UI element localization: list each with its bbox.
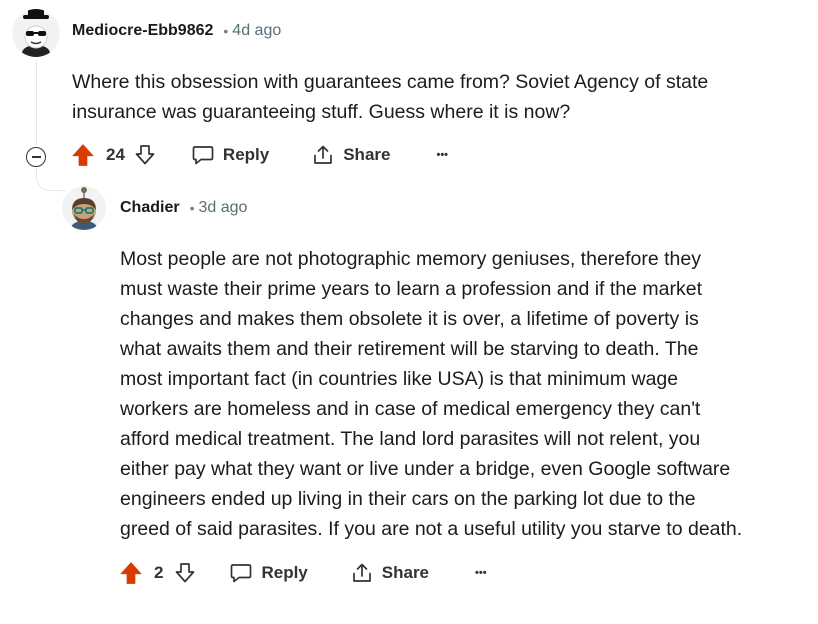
comment-line: changes and makes them obsolete it is ov… <box>120 308 699 330</box>
more-options-button[interactable]: ••• <box>436 149 448 161</box>
separator-dot: • <box>189 200 195 216</box>
snoo-avatar-icon <box>62 186 106 230</box>
comment-line: Where this obsession with guarantees cam… <box>72 71 709 93</box>
comment-line: must waste their prime years to learn a … <box>120 278 703 300</box>
arrow-down-icon <box>135 145 155 165</box>
comment-line: Most people are not photographic memory … <box>120 248 702 270</box>
comment-line: workers are homeless and in case of medi… <box>120 398 701 420</box>
comment-line: insurance was guaranteeing stuff. Guess … <box>72 101 571 123</box>
share-label: Share <box>343 145 391 164</box>
thread-connector <box>36 168 65 191</box>
comment-header: Mediocre-Ebb9862 • 4d ago <box>72 22 281 40</box>
comment-body: Most people are not photographic memory … <box>120 244 810 544</box>
comment-body: Where this obsession with guarantees cam… <box>72 67 792 127</box>
reply-label: Reply <box>222 145 270 164</box>
downvote-button[interactable] <box>133 143 157 167</box>
share-icon <box>352 563 371 582</box>
comment-header: Chadier • 3d ago <box>120 199 247 217</box>
more-options-button[interactable]: ••• <box>475 567 487 579</box>
username[interactable]: Mediocre-Ebb9862 <box>72 22 213 40</box>
avatar[interactable] <box>12 9 60 57</box>
comment-line: afford medical treatment. The land lord … <box>120 428 701 450</box>
reply-label: Reply <box>261 563 308 582</box>
speech-bubble-icon <box>192 146 214 165</box>
comment-line: engineers ended up living in their cars … <box>120 488 696 510</box>
share-button[interactable]: Share <box>350 561 429 585</box>
thread-line <box>36 60 37 146</box>
vote-count: 24 <box>106 145 125 164</box>
downvote-button[interactable] <box>173 561 197 585</box>
arrow-up-icon <box>120 562 142 584</box>
comment-line: either pay what they want or live under … <box>120 458 731 480</box>
share-label: Share <box>381 563 430 582</box>
action-bar: 2 Reply Share ••• <box>118 560 487 586</box>
share-icon <box>314 145 333 164</box>
username[interactable]: Chadier <box>120 199 180 217</box>
comment-line: what awaits them and their retirement wi… <box>120 338 699 360</box>
speech-bubble-icon <box>231 564 252 583</box>
timestamp[interactable]: 3d ago <box>198 199 247 217</box>
comment-line: greed of said parasites. If you are not … <box>120 518 743 540</box>
action-bar: 24 Reply Share ••• <box>70 142 448 168</box>
upvote-button[interactable] <box>70 142 96 168</box>
reply-button[interactable]: Reply <box>229 561 308 585</box>
reply-button[interactable]: Reply <box>191 143 269 167</box>
upvote-button[interactable] <box>118 560 144 586</box>
arrow-up-icon <box>72 144 94 166</box>
comment-line: most important fact (in countries like U… <box>120 368 679 390</box>
collapse-button[interactable] <box>26 147 46 167</box>
vote-count: 2 <box>154 563 164 582</box>
timestamp[interactable]: 4d ago <box>232 22 281 40</box>
snoo-avatar-icon <box>12 9 60 57</box>
arrow-down-icon <box>176 563 195 583</box>
separator-dot: • <box>223 23 229 39</box>
avatar[interactable] <box>62 186 106 230</box>
share-button[interactable]: Share <box>311 143 390 167</box>
